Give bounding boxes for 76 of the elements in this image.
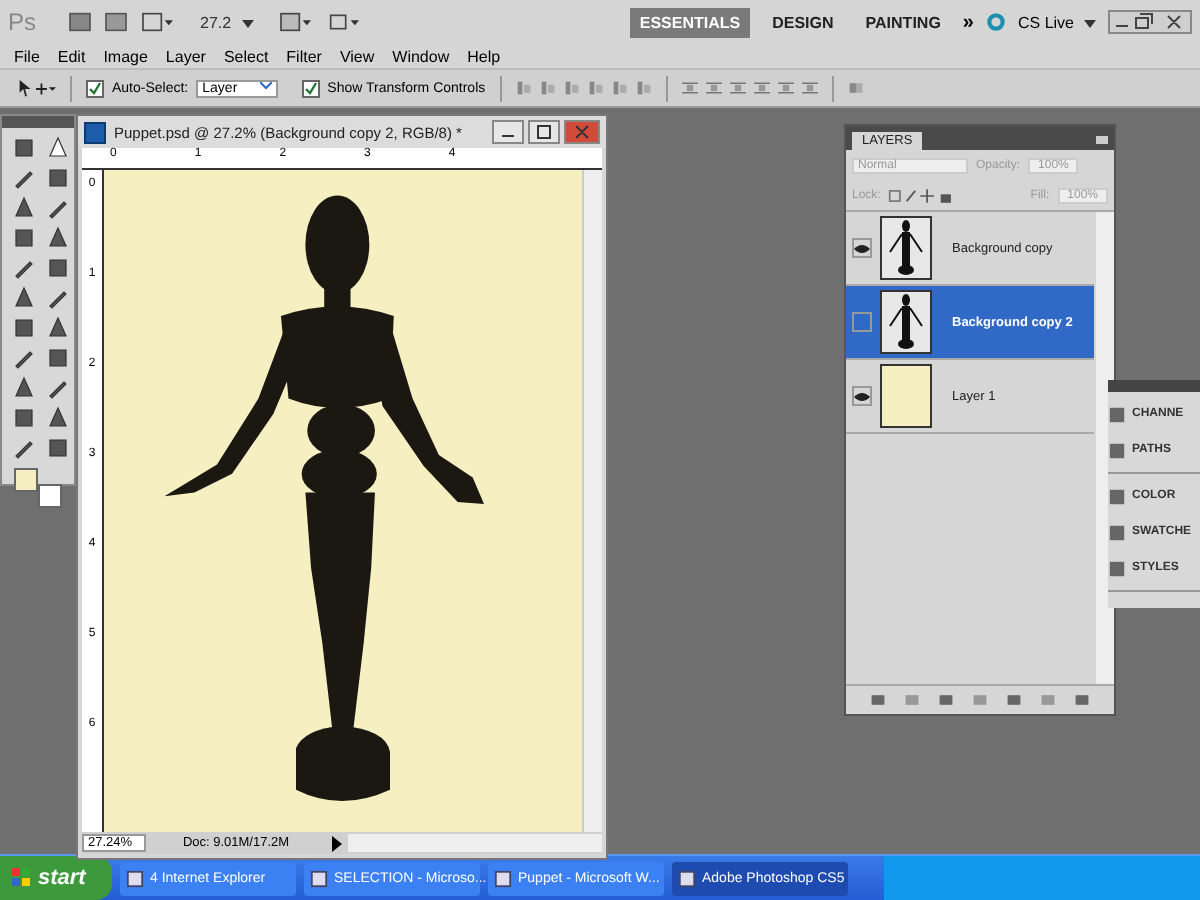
document-window-controls-icon[interactable] (492, 120, 600, 144)
tool-icon[interactable] (12, 226, 36, 250)
menu-item[interactable]: View (339, 47, 375, 65)
distribute-icon[interactable] (729, 80, 746, 96)
auto-select-checkbox[interactable] (86, 79, 104, 97)
transform-controls-checkbox[interactable] (301, 79, 320, 97)
caret-icon (1084, 19, 1096, 27)
view-extras-icon[interactable] (140, 12, 176, 32)
tool-icon[interactable] (46, 316, 70, 340)
layer-action-icon[interactable] (1074, 692, 1090, 708)
tool-icon[interactable] (46, 136, 70, 160)
menu-item[interactable]: File (14, 47, 40, 65)
workspace-tab[interactable]: PAINTING (855, 7, 951, 37)
layer-action-icon[interactable] (870, 692, 886, 708)
tool-icon[interactable] (46, 166, 70, 190)
menu-item[interactable]: Filter (286, 47, 322, 65)
layer-action-icon[interactable] (1006, 692, 1022, 708)
distribute-icon[interactable] (777, 80, 794, 96)
tool-icon[interactable] (46, 196, 70, 220)
tool-icon[interactable] (12, 316, 36, 340)
foreground-color-swatch[interactable] (14, 468, 38, 492)
tool-icon[interactable] (46, 256, 70, 280)
horizontal-scrollbar[interactable] (348, 834, 602, 852)
application-icon (494, 869, 512, 887)
distribute-icon[interactable] (705, 80, 722, 96)
application-icon (678, 869, 696, 887)
tool-icon[interactable] (46, 226, 70, 250)
distribute-icon[interactable] (681, 80, 698, 96)
distribute-icon[interactable] (801, 80, 818, 96)
tool-icon[interactable] (12, 256, 36, 280)
arrange-documents-icon[interactable] (277, 12, 314, 32)
workspace-tab[interactable]: DESIGN (762, 7, 844, 37)
menu-item[interactable]: Image (103, 47, 148, 65)
tool-icon[interactable] (12, 376, 36, 400)
tool-icon[interactable] (46, 286, 70, 310)
cs-live-menu[interactable]: CS Live (1017, 13, 1096, 31)
visibility-toggle[interactable] (852, 238, 872, 258)
layer-action-icon[interactable] (938, 692, 954, 708)
application-icon (126, 869, 144, 887)
tool-icon[interactable] (12, 136, 36, 160)
visibility-toggle[interactable] (852, 312, 872, 332)
caret-icon (241, 19, 254, 27)
caret-icon (259, 81, 272, 89)
layer-thumbnail (880, 290, 932, 354)
move-tool-icon[interactable] (16, 77, 56, 99)
window-controls-icon[interactable] (1108, 10, 1192, 34)
tool-icon[interactable] (12, 346, 36, 370)
app-logo: Ps (8, 8, 39, 36)
ring-icon (985, 12, 1006, 32)
layer-thumbnail (880, 364, 932, 428)
menu-item[interactable]: Window (392, 47, 450, 65)
visibility-toggle[interactable] (852, 386, 872, 406)
tool-icon[interactable] (12, 436, 36, 460)
tool-icon[interactable] (12, 166, 36, 190)
tool-icon[interactable] (46, 376, 70, 400)
windows-logo-icon (12, 868, 32, 888)
menu-item[interactable]: Help (467, 47, 501, 65)
application-icon (310, 869, 328, 887)
zoom-level-dropdown[interactable]: 27.2 (188, 13, 266, 31)
tool-icon[interactable] (12, 406, 36, 430)
background-color-swatch[interactable] (38, 484, 62, 508)
menu-item[interactable]: Layer (165, 47, 206, 65)
start-button[interactable]: start (0, 856, 112, 900)
tool-icon[interactable] (46, 406, 70, 430)
menu-item[interactable]: Select (223, 47, 269, 65)
workspace-tab[interactable]: ESSENTIALS (629, 7, 751, 37)
menu-item[interactable]: Edit (57, 47, 86, 65)
layer-thumbnail (880, 216, 932, 280)
vertical-scrollbar[interactable] (582, 170, 602, 832)
tool-icon[interactable] (46, 346, 70, 370)
tool-icon[interactable] (46, 436, 70, 460)
distribute-icon[interactable] (753, 80, 770, 96)
screen-mode-icon[interactable] (325, 12, 362, 32)
more-workspaces-button[interactable]: » (962, 11, 974, 33)
tool-icon[interactable] (12, 286, 36, 310)
tool-icon[interactable] (12, 196, 36, 220)
